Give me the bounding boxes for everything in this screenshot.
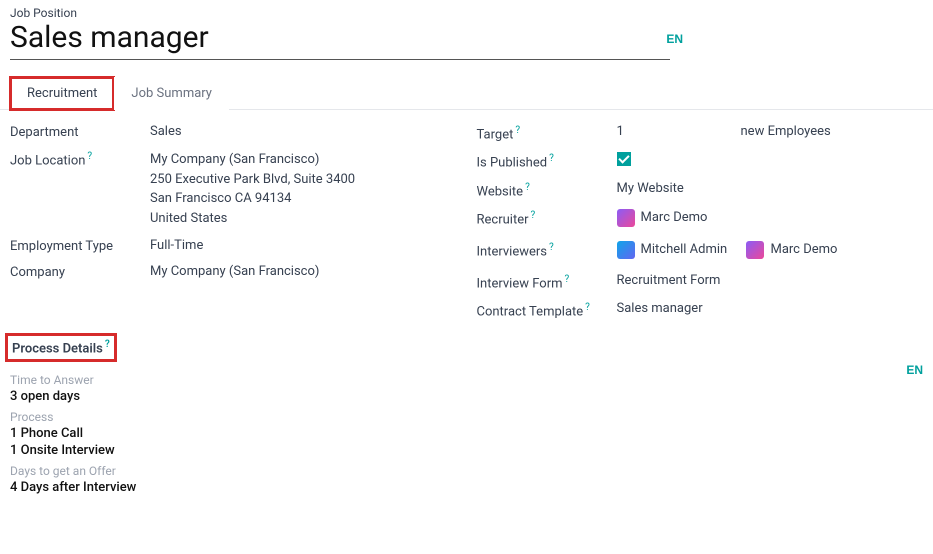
department-label: Department — [10, 124, 150, 140]
company-value[interactable]: My Company (San Francisco) — [150, 264, 457, 279]
process-details-title: Process Details? — [10, 338, 112, 357]
is-published-checkbox[interactable] — [617, 152, 631, 166]
employment-type-label: Employment Type — [10, 238, 150, 254]
help-icon[interactable]: ? — [515, 125, 520, 136]
help-icon[interactable]: ? — [585, 302, 590, 313]
tab-recruitment[interactable]: Recruitment — [10, 77, 114, 110]
process-line: 1 Onsite Interview — [10, 443, 923, 458]
process-label: Process — [10, 410, 923, 424]
job-position-title[interactable]: Sales manager — [10, 20, 670, 60]
job-location-label: Job Location? — [10, 150, 150, 168]
process-details-body[interactable]: EN Time to Answer 3 open days Process 1 … — [0, 363, 933, 503]
process-line: 1 Phone Call — [10, 426, 923, 441]
recruiter-label: Recruiter? — [477, 209, 617, 227]
tabs: Recruitment Job Summary — [0, 76, 933, 110]
job-position-label: Job Position — [10, 6, 923, 20]
interviewers-label: Interviewers? — [477, 241, 617, 259]
target-suffix: new Employees — [737, 124, 924, 139]
help-icon[interactable]: ? — [525, 182, 530, 193]
time-to-answer-value: 3 open days — [10, 389, 923, 404]
days-offer-label: Days to get an Offer — [10, 464, 923, 478]
language-button[interactable]: EN — [666, 32, 683, 46]
department-value[interactable]: Sales — [150, 124, 457, 139]
days-offer-value: 4 Days after Interview — [10, 480, 923, 495]
help-icon[interactable]: ? — [565, 274, 570, 285]
target-value[interactable]: 1 — [617, 124, 737, 139]
interview-form-value[interactable]: Recruitment Form — [617, 273, 924, 288]
help-icon[interactable]: ? — [549, 242, 554, 253]
tab-job-summary[interactable]: Job Summary — [114, 77, 229, 110]
avatar — [617, 241, 635, 259]
is-published-label: Is Published? — [477, 152, 617, 170]
interview-form-label: Interview Form? — [477, 273, 617, 291]
company-label: Company — [10, 264, 150, 280]
employment-type-value[interactable]: Full-Time — [150, 238, 457, 253]
avatar — [617, 209, 635, 227]
website-label: Website? — [477, 181, 617, 199]
help-icon[interactable]: ? — [549, 153, 554, 164]
job-location-value[interactable]: My Company (San Francisco) 250 Executive… — [150, 150, 457, 228]
contract-template-label: Contract Template? — [477, 301, 617, 319]
interviewers-value[interactable]: Mitchell Admin Marc Demo — [617, 241, 924, 263]
recruiter-value[interactable]: Marc Demo — [617, 209, 924, 231]
website-value[interactable]: My Website — [617, 181, 737, 196]
help-icon[interactable]: ? — [87, 151, 92, 162]
help-icon[interactable]: ? — [105, 339, 110, 350]
target-label: Target? — [477, 124, 617, 142]
avatar — [746, 241, 764, 259]
contract-template-value[interactable]: Sales manager — [617, 301, 924, 316]
language-button[interactable]: EN — [906, 363, 923, 377]
time-to-answer-label: Time to Answer — [10, 373, 923, 387]
help-icon[interactable]: ? — [531, 210, 536, 221]
